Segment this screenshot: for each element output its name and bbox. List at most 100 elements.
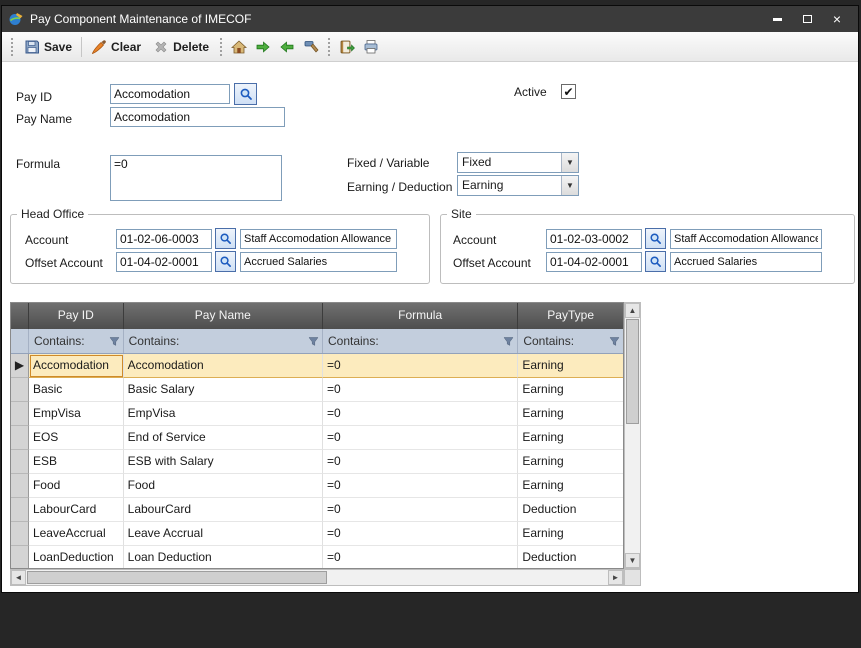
grid-cell[interactable]: LabourCard (29, 498, 124, 522)
grid-cell[interactable]: Basic Salary (124, 378, 323, 402)
grid-cell[interactable]: LoanDeduction (29, 546, 124, 569)
next-record-button[interactable] (251, 36, 275, 58)
table-row[interactable]: BasicBasic Salary=0Earning (11, 378, 623, 402)
grid-cell[interactable]: EmpVisa (29, 402, 124, 426)
export-button[interactable] (335, 36, 359, 58)
table-row[interactable]: FoodFood=0Earning (11, 474, 623, 498)
grid-cell[interactable]: End of Service (124, 426, 323, 450)
row-indicator[interactable]: ▶ (11, 354, 29, 378)
scroll-left-icon[interactable]: ◄ (11, 570, 26, 585)
close-button[interactable]: × (822, 8, 852, 30)
grid-cell[interactable]: EOS (29, 426, 124, 450)
grid-cell[interactable]: Earning (518, 378, 623, 402)
grid-cell[interactable]: Basic (29, 378, 124, 402)
title-bar[interactable]: Pay Component Maintenance of IMECOF × (2, 6, 858, 32)
ho-account-search-button[interactable] (215, 228, 236, 249)
grid-cell[interactable]: LabourCard (124, 498, 323, 522)
ho-offset-input[interactable] (116, 252, 212, 272)
grid-cell[interactable]: Food (29, 474, 124, 498)
earning-deduction-select[interactable]: Earning ▼ (457, 175, 579, 196)
grid-cell[interactable]: Accomodation (124, 354, 323, 378)
grid-cell[interactable]: =0 (323, 546, 518, 569)
horizontal-scrollbar[interactable]: ◄ ► (10, 569, 624, 586)
table-row[interactable]: ESBESB with Salary=0Earning (11, 450, 623, 474)
grid-cell[interactable]: ESB with Salary (124, 450, 323, 474)
save-button[interactable]: Save (18, 36, 78, 58)
grid-cell[interactable]: ESB (29, 450, 124, 474)
grid-cell[interactable]: Earning (518, 402, 623, 426)
column-header-payname[interactable]: Pay Name (124, 303, 323, 329)
grid-cell[interactable]: Earning (518, 474, 623, 498)
grid-cell[interactable]: =0 (323, 426, 518, 450)
filter-payname[interactable]: Contains: (124, 329, 323, 353)
fixed-variable-select[interactable]: Fixed ▼ (457, 152, 579, 173)
row-indicator[interactable] (11, 546, 29, 569)
grid-cell[interactable]: EmpVisa (124, 402, 323, 426)
delete-button[interactable]: Delete (147, 36, 215, 58)
scroll-up-icon[interactable]: ▲ (625, 303, 640, 318)
grid-cell[interactable]: Deduction (518, 546, 623, 569)
filter-paytype[interactable]: Contains: (518, 329, 623, 353)
previous-record-button[interactable] (275, 36, 299, 58)
table-row[interactable]: LeaveAccrualLeave Accrual=0Earning (11, 522, 623, 546)
home-button[interactable] (227, 36, 251, 58)
row-indicator[interactable] (11, 522, 29, 546)
row-indicator[interactable] (11, 426, 29, 450)
grid-cell[interactable]: Accomodation (29, 354, 124, 378)
grid-cell[interactable]: Earning (518, 354, 623, 378)
column-header-paytype[interactable]: PayType (518, 303, 623, 329)
formula-input[interactable]: =0 (110, 155, 282, 201)
table-row[interactable]: ▶AccomodationAccomodation=0Earning (11, 354, 623, 378)
filter-formula[interactable]: Contains: (323, 329, 518, 353)
grid-cell[interactable]: =0 (323, 378, 518, 402)
ho-account-name-input[interactable] (240, 229, 397, 249)
grid-cell[interactable]: Earning (518, 522, 623, 546)
site-account-input[interactable] (546, 229, 642, 249)
row-indicator[interactable] (11, 474, 29, 498)
horizontal-scroll-thumb[interactable] (27, 571, 327, 584)
row-indicator[interactable] (11, 378, 29, 402)
table-row[interactable]: LoanDeductionLoan Deduction=0Deduction (11, 546, 623, 569)
minimize-button[interactable] (762, 8, 792, 30)
clear-button[interactable]: Clear (85, 36, 147, 58)
vertical-scroll-thumb[interactable] (626, 319, 639, 424)
row-indicator[interactable] (11, 402, 29, 426)
row-indicator[interactable] (11, 450, 29, 474)
grid-cell[interactable]: =0 (323, 354, 518, 378)
ho-offset-name-input[interactable] (240, 252, 397, 272)
grid-cell[interactable]: =0 (323, 498, 518, 522)
scroll-down-icon[interactable]: ▼ (625, 553, 640, 568)
site-account-search-button[interactable] (645, 228, 666, 249)
grid-cell[interactable]: Leave Accrual (124, 522, 323, 546)
row-indicator[interactable] (11, 498, 29, 522)
grid-cell[interactable]: LeaveAccrual (29, 522, 124, 546)
maximize-button[interactable] (792, 8, 822, 30)
site-offset-search-button[interactable] (645, 251, 666, 272)
print-button[interactable] (359, 36, 383, 58)
site-offset-name-input[interactable] (670, 252, 822, 272)
pay-name-input[interactable] (110, 107, 285, 127)
post-button[interactable] (299, 36, 323, 58)
grid-cell[interactable]: =0 (323, 522, 518, 546)
site-offset-input[interactable] (546, 252, 642, 272)
scroll-right-icon[interactable]: ► (608, 570, 623, 585)
ho-offset-search-button[interactable] (215, 251, 236, 272)
table-row[interactable]: EmpVisaEmpVisa=0Earning (11, 402, 623, 426)
grid-cell[interactable]: Earning (518, 450, 623, 474)
vertical-scrollbar[interactable]: ▲ ▼ (624, 302, 641, 569)
grid-cell[interactable]: =0 (323, 450, 518, 474)
grid-cell[interactable]: Loan Deduction (124, 546, 323, 569)
active-checkbox[interactable]: ✔ (561, 84, 576, 99)
table-row[interactable]: LabourCardLabourCard=0Deduction (11, 498, 623, 522)
grid-cell[interactable]: Deduction (518, 498, 623, 522)
pay-id-input[interactable] (110, 84, 230, 104)
ho-account-input[interactable] (116, 229, 212, 249)
grid-cell[interactable]: Food (124, 474, 323, 498)
filter-payid[interactable]: Contains: (29, 329, 124, 353)
table-row[interactable]: EOSEnd of Service=0Earning (11, 426, 623, 450)
site-account-name-input[interactable] (670, 229, 822, 249)
pay-id-search-button[interactable] (234, 83, 257, 105)
grid-cell[interactable]: =0 (323, 474, 518, 498)
column-header-payid[interactable]: Pay ID (29, 303, 124, 329)
column-header-formula[interactable]: Formula (323, 303, 518, 329)
